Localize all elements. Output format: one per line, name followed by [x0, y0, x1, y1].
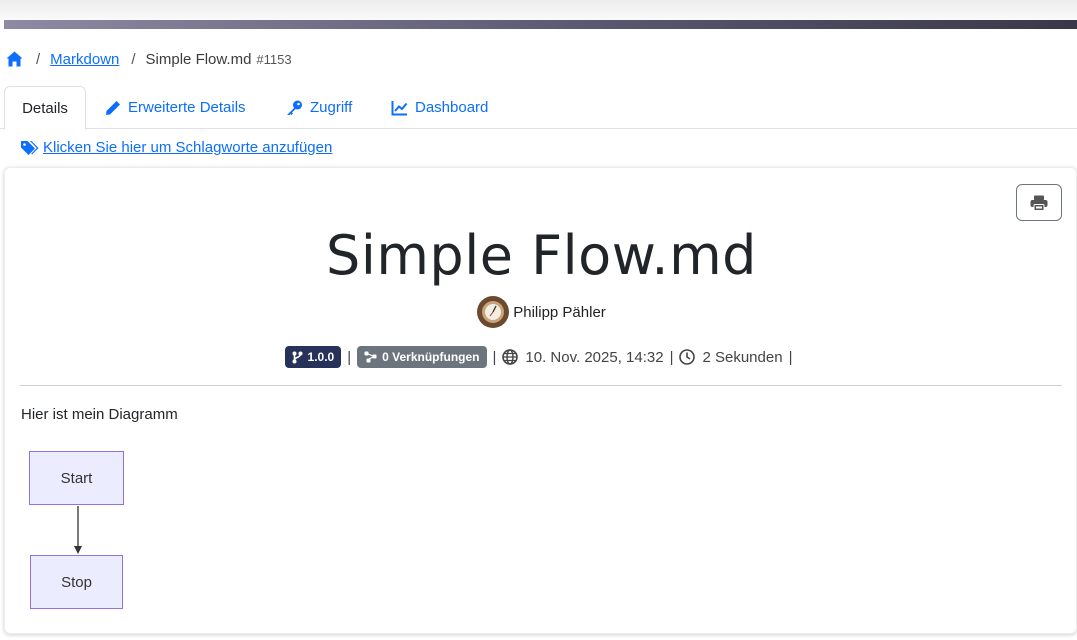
avatar — [477, 296, 510, 328]
flow-node-start-label: Start — [60, 469, 93, 487]
meta-separator: | — [492, 348, 497, 366]
tab-zugriff-label: Zugriff — [310, 99, 353, 116]
flow-edge-arrow — [74, 506, 82, 554]
links-label: 0 Verknüpfungen — [382, 350, 480, 364]
date-item: 10. Nov. 2025, 14:32 — [502, 348, 664, 366]
tab-details-label: Details — [22, 99, 68, 117]
top-shadow — [0, 0, 1077, 20]
header-bar — [4, 20, 1077, 29]
breadcrumb-current: Simple Flow.md — [145, 50, 252, 68]
key-icon — [287, 100, 302, 115]
tab-details[interactable]: Details — [4, 86, 86, 130]
tags-icon — [21, 140, 39, 155]
document-number: #1153 — [256, 51, 292, 67]
add-tags-label: Klicken Sie hier um Schlagworte anzufüge… — [43, 139, 333, 156]
print-icon — [1030, 195, 1048, 211]
home-icon[interactable] — [6, 50, 24, 68]
add-tags-link[interactable]: Klicken Sie hier um Schlagworte anzufüge… — [20, 139, 332, 156]
document-intro: Hier ist mein Diagramm — [21, 406, 178, 423]
version-badge[interactable]: 1.0.0 — [284, 346, 342, 368]
meta-separator: | — [669, 348, 674, 366]
tab-erweiterte-details-label: Erweiterte Details — [128, 99, 246, 116]
clock-icon — [679, 349, 696, 365]
breadcrumb-separator: / — [131, 50, 136, 68]
meta-separator: | — [788, 348, 793, 366]
document-card: Simple Flow.md Philipp Pähler 1.0.0 | 0 … — [4, 167, 1077, 634]
date-label: 10. Nov. 2025, 14:32 — [525, 348, 664, 366]
flow-node-start: Start — [29, 451, 124, 505]
tab-zugriff[interactable]: Zugriff — [286, 86, 352, 129]
links-badge[interactable]: 0 Verknüpfungen — [357, 346, 487, 368]
version-label: 1.0.0 — [307, 350, 335, 364]
branch-icon — [292, 351, 303, 363]
tab-erweiterte-details[interactable]: Erweiterte Details — [105, 86, 246, 129]
chart-line-icon — [391, 100, 408, 115]
links-icon — [364, 351, 377, 363]
pencil-icon — [106, 100, 120, 115]
meta-separator: | — [347, 348, 352, 366]
duration-label: 2 Sekunden — [702, 348, 783, 366]
breadcrumb: / Markdown / Simple Flow.md #1153 — [6, 48, 292, 70]
author-name[interactable]: Philipp Pähler — [513, 304, 606, 321]
tab-dashboard-label: Dashboard — [415, 99, 489, 116]
tab-bar: Details Erweiterte Details Zugriff Dashb… — [0, 86, 1077, 130]
print-button[interactable] — [1016, 184, 1062, 221]
document-title: Simple Flow.md — [326, 224, 757, 287]
divider — [20, 385, 1062, 386]
duration-item: 2 Sekunden — [679, 348, 783, 366]
author-line: Philipp Pähler — [5, 296, 1077, 328]
flow-node-stop: Stop — [30, 555, 123, 609]
flow-node-stop-label: Stop — [61, 573, 92, 591]
globe-icon — [502, 349, 519, 365]
breadcrumb-separator: / — [36, 50, 41, 68]
document-meta: 1.0.0 | 0 Verknüpfungen | 10. Nov. 2025,… — [5, 346, 1077, 368]
breadcrumb-markdown-link[interactable]: Markdown — [50, 51, 119, 68]
tab-dashboard[interactable]: Dashboard — [391, 86, 488, 129]
